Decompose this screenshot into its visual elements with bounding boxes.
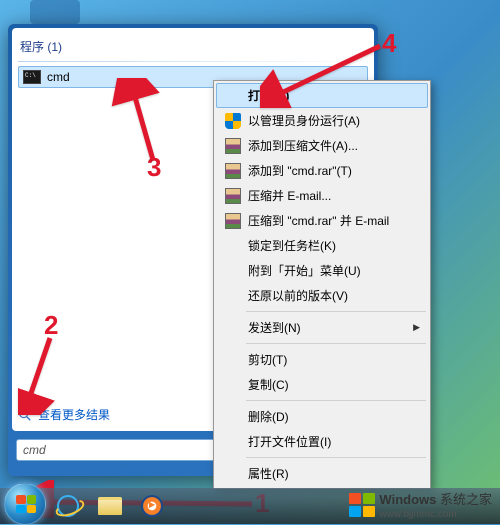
context-menu-label: 压缩并 E-mail...: [246, 187, 424, 204]
archive-icon: [225, 188, 241, 204]
search-icon: [18, 408, 32, 422]
context-menu-label: 删除(D): [246, 408, 424, 425]
context-menu-item[interactable]: 删除(D): [216, 404, 428, 429]
taskbar-ie-button[interactable]: [48, 492, 88, 520]
context-menu-item[interactable]: 以管理员身份运行(A): [216, 108, 428, 133]
taskbar-wmp-button[interactable]: [132, 492, 172, 520]
context-menu-label: 添加到压缩文件(A)...: [246, 137, 424, 154]
context-menu-label: 复制(C): [246, 376, 424, 393]
context-menu-label: 剪切(T): [246, 351, 424, 368]
taskbar: [0, 488, 500, 524]
context-menu-item[interactable]: 锁定到任务栏(K): [216, 233, 428, 258]
context-menu-item[interactable]: 压缩到 "cmd.rar" 并 E-mail: [216, 208, 428, 233]
context-menu-label: 发送到(N): [246, 319, 413, 336]
context-menu-label: 打开文件位置(I): [246, 433, 424, 450]
taskbar-explorer-button[interactable]: [90, 492, 130, 520]
menu-icon-column: [220, 163, 246, 179]
media-player-icon: [141, 495, 163, 517]
context-menu-item[interactable]: 发送到(N)▶: [216, 315, 428, 340]
result-label: cmd: [47, 70, 70, 84]
archive-icon: [225, 213, 241, 229]
menu-separator: [246, 457, 426, 458]
menu-icon-column: [220, 113, 246, 129]
see-more-results-link[interactable]: 查看更多结果: [18, 406, 110, 423]
divider: [18, 61, 368, 62]
context-menu: 打开(O) 以管理员身份运行(A) 添加到压缩文件(A)... 添加到 "cmd.ra…: [213, 80, 431, 489]
cmd-prompt-icon: [23, 70, 41, 84]
ie-icon: [57, 495, 79, 517]
archive-icon: [225, 163, 241, 179]
shield-icon: [225, 113, 241, 129]
context-menu-label: 还原以前的版本(V): [246, 287, 424, 304]
context-menu-item[interactable]: 附到「开始」菜单(U): [216, 258, 428, 283]
context-menu-label: 属性(R): [246, 465, 424, 482]
annotation-number-4: 4: [382, 28, 396, 59]
archive-icon: [225, 138, 241, 154]
see-more-label: 查看更多结果: [38, 406, 110, 423]
menu-icon-column: [220, 188, 246, 204]
search-input[interactable]: [23, 443, 193, 457]
start-button[interactable]: [4, 483, 46, 525]
submenu-arrow-icon: ▶: [413, 322, 424, 333]
context-menu-item[interactable]: 属性(R): [216, 461, 428, 486]
windows-logo-icon: [16, 495, 36, 513]
folder-icon: [98, 497, 122, 515]
context-menu-label: 锁定到任务栏(K): [246, 237, 424, 254]
context-menu-item[interactable]: 打开文件位置(I): [216, 429, 428, 454]
context-menu-item[interactable]: 压缩并 E-mail...: [216, 183, 428, 208]
context-menu-item[interactable]: 还原以前的版本(V): [216, 283, 428, 308]
menu-separator: [246, 343, 426, 344]
context-menu-label: 附到「开始」菜单(U): [246, 262, 424, 279]
context-menu-label: 压缩到 "cmd.rar" 并 E-mail: [246, 212, 424, 229]
context-menu-item[interactable]: 复制(C): [216, 372, 428, 397]
desktop-recycle-bin[interactable]: [30, 0, 80, 24]
menu-icon-column: [220, 138, 246, 154]
context-menu-item[interactable]: 添加到压缩文件(A)...: [216, 133, 428, 158]
context-menu-item[interactable]: 打开(O): [216, 83, 428, 108]
menu-separator: [246, 400, 426, 401]
context-menu-label: 添加到 "cmd.rar"(T): [246, 162, 424, 179]
menu-icon-column: [220, 213, 246, 229]
programs-section-header: 程序 (1): [18, 34, 368, 59]
context-menu-item[interactable]: 剪切(T): [216, 347, 428, 372]
menu-separator: [246, 311, 426, 312]
context-menu-item[interactable]: 添加到 "cmd.rar"(T): [216, 158, 428, 183]
context-menu-label: 以管理员身份运行(A): [246, 112, 424, 129]
context-menu-label: 打开(O): [246, 87, 424, 104]
